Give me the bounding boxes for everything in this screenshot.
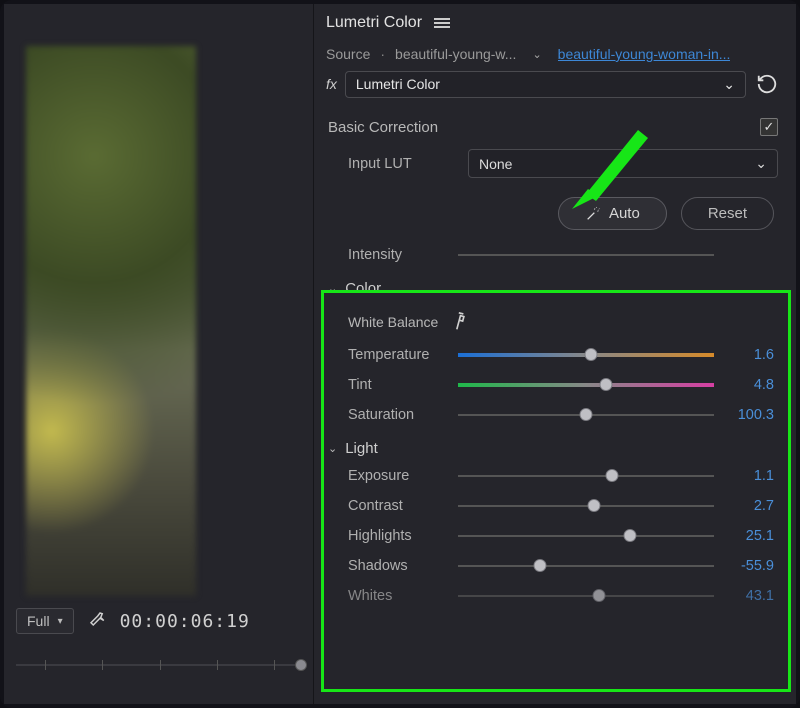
shadows-value[interactable]: -55.9	[724, 558, 774, 574]
exposure-value[interactable]: 1.1	[724, 468, 774, 484]
effect-dropdown[interactable]: Lumetri Color ⌄	[345, 71, 746, 98]
effect-name: Lumetri Color	[356, 76, 440, 92]
program-monitor-thumbnail	[26, 46, 196, 596]
lumetri-panel: Lumetri Color Source · beautiful-young-w…	[314, 4, 796, 704]
source-label: Source	[326, 46, 370, 62]
playhead-handle[interactable]	[295, 659, 307, 671]
tint-slider[interactable]	[458, 377, 714, 393]
white-balance-label: White Balance	[348, 314, 438, 330]
fx-badge[interactable]: fx	[326, 70, 337, 98]
contrast-value[interactable]: 2.7	[724, 498, 774, 514]
auto-button-label: Auto	[609, 205, 640, 222]
color-heading: Color	[345, 280, 381, 297]
color-section-toggle[interactable]: ⌄ Color	[322, 270, 784, 301]
settings-wrench-icon[interactable]	[88, 610, 106, 633]
chevron-down-icon: ⌄	[723, 76, 735, 93]
source-dot: ·	[378, 46, 387, 62]
reset-button[interactable]: Reset	[681, 197, 774, 230]
shadows-label: Shadows	[348, 558, 448, 574]
tint-label: Tint	[348, 377, 448, 393]
temperature-slider[interactable]	[458, 347, 714, 363]
exposure-slider[interactable]	[458, 468, 714, 484]
whites-label: Whites	[348, 588, 448, 604]
zoom-dropdown[interactable]: Full ▾	[16, 608, 74, 634]
zoom-value: Full	[27, 613, 50, 629]
input-lut-dropdown[interactable]: None ⌄	[468, 149, 778, 178]
playhead-scrubber[interactable]	[16, 658, 303, 674]
eyedropper-icon[interactable]	[446, 307, 475, 337]
chevron-down-icon[interactable]: ⌄	[524, 48, 549, 61]
temperature-value[interactable]: 1.6	[724, 347, 774, 363]
saturation-slider[interactable]	[458, 407, 714, 423]
intensity-label: Intensity	[348, 247, 448, 263]
highlights-value[interactable]: 25.1	[724, 528, 774, 544]
source-name: beautiful-young-w...	[395, 46, 516, 62]
timecode-display[interactable]: 00:00:06:19	[120, 611, 250, 632]
contrast-label: Contrast	[348, 498, 448, 514]
highlights-label: Highlights	[348, 528, 448, 544]
panel-title: Lumetri Color	[326, 14, 422, 32]
panel-menu-icon[interactable]	[434, 16, 450, 30]
auto-button[interactable]: Auto	[558, 197, 667, 230]
chevron-down-icon: ▾	[58, 616, 63, 627]
light-heading: Light	[345, 440, 378, 457]
input-lut-label: Input LUT	[348, 156, 458, 172]
saturation-value[interactable]: 100.3	[724, 407, 774, 423]
input-lut-value: None	[479, 156, 512, 172]
clip-link[interactable]: beautiful-young-woman-in...	[558, 46, 731, 62]
whites-slider[interactable]	[458, 588, 714, 604]
caret-down-icon: ⌄	[328, 442, 337, 455]
caret-down-icon: ⌄	[328, 282, 337, 295]
temperature-label: Temperature	[348, 347, 448, 363]
magic-wand-icon	[585, 206, 601, 222]
light-section-toggle[interactable]: ⌄ Light	[322, 430, 784, 461]
intensity-slider[interactable]	[458, 247, 714, 263]
preview-panel: Full ▾ 00:00:06:19	[4, 4, 314, 704]
chevron-down-icon: ⌄	[755, 155, 767, 172]
highlights-slider[interactable]	[458, 528, 714, 544]
contrast-slider[interactable]	[458, 498, 714, 514]
basic-correction-heading[interactable]: Basic Correction	[328, 119, 438, 136]
whites-value[interactable]: 43.1	[724, 588, 774, 604]
shadows-slider[interactable]	[458, 558, 714, 574]
reset-button-label: Reset	[708, 205, 747, 222]
basic-correction-checkbox[interactable]: ✓	[760, 118, 778, 136]
saturation-label: Saturation	[348, 407, 448, 423]
exposure-label: Exposure	[348, 468, 448, 484]
reset-effect-icon[interactable]	[754, 71, 780, 97]
tint-value[interactable]: 4.8	[724, 377, 774, 393]
